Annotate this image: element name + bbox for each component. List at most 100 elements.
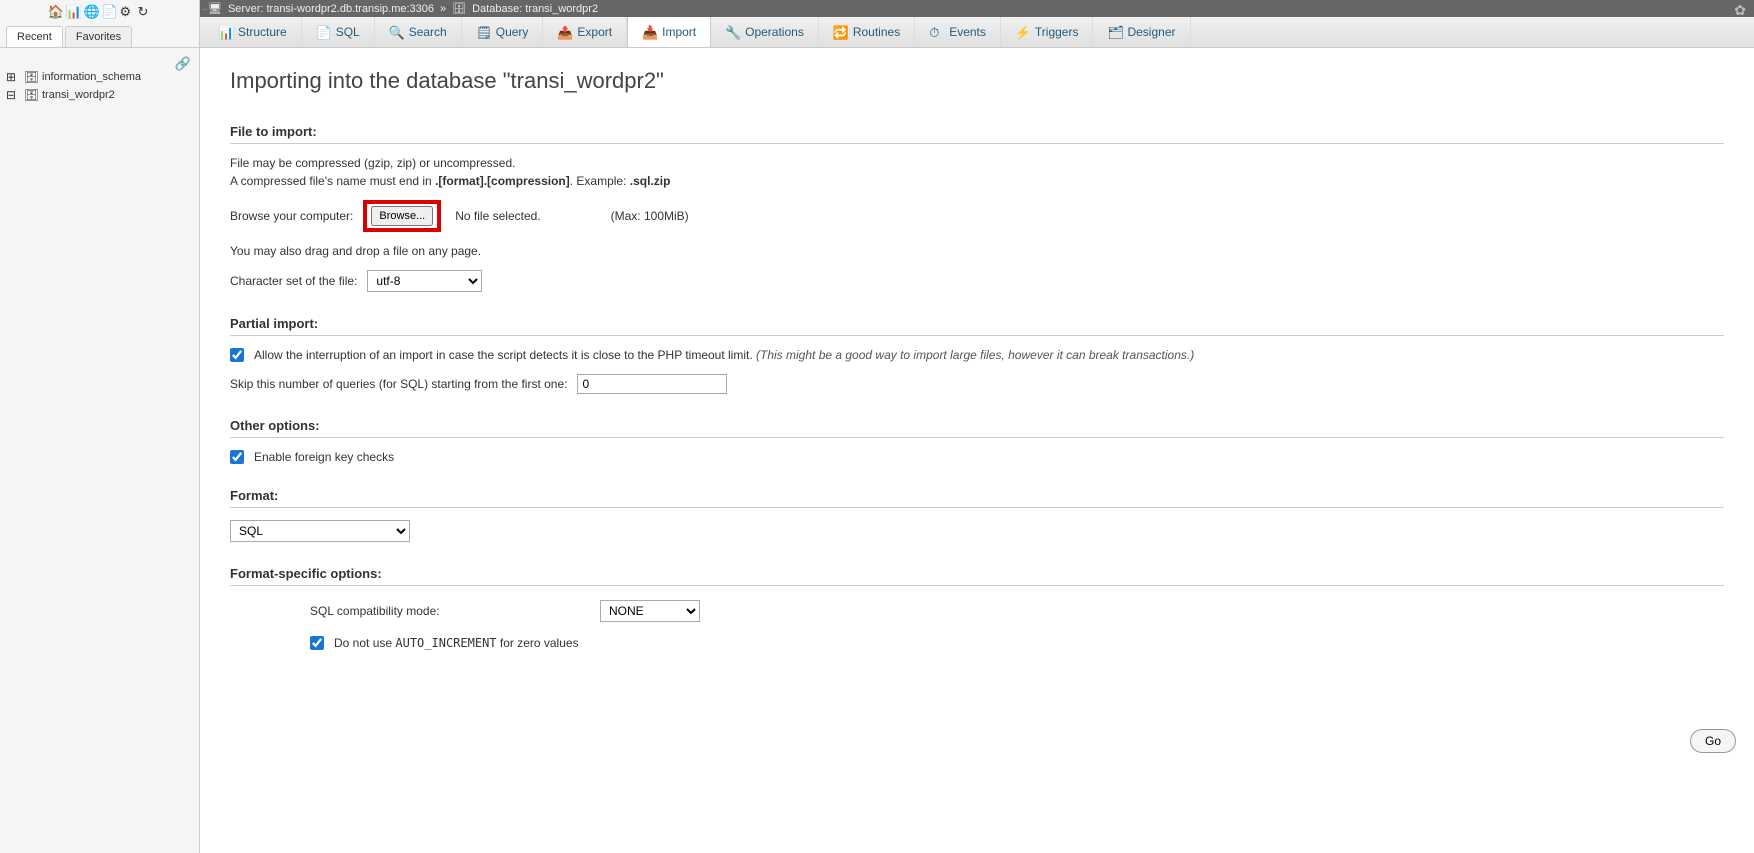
go-button[interactable]: Go bbox=[1690, 729, 1736, 753]
settings-icon[interactable]: ✿ bbox=[1734, 2, 1746, 19]
fk-row: Enable foreign key checks bbox=[230, 450, 1724, 464]
query-icon: 🗒 bbox=[476, 25, 490, 39]
tab-import[interactable]: 📥 Import bbox=[627, 16, 711, 47]
tab-query[interactable]: 🗒 Query bbox=[462, 17, 544, 47]
reload-icon[interactable]: ↻ bbox=[138, 4, 152, 18]
operations-icon: 🔧 bbox=[725, 25, 739, 39]
sidebar-tab-recent[interactable]: Recent bbox=[6, 26, 63, 47]
no-file-label: No file selected. bbox=[455, 209, 540, 223]
export-icon: 📤 bbox=[557, 25, 571, 39]
section-format-specific: Format-specific options: bbox=[230, 566, 1724, 586]
main: 🖥 Server: transi-wordpr2.db.transip.me:3… bbox=[200, 0, 1754, 853]
tab-routines[interactable]: 🔁 Routines bbox=[819, 17, 915, 47]
gear-icon[interactable]: ⚙ bbox=[120, 4, 134, 18]
expand-icon[interactable]: ⊞ bbox=[6, 70, 20, 84]
tab-label: Events bbox=[949, 25, 986, 39]
tab-label: Designer bbox=[1127, 25, 1175, 39]
browse-highlight: Browse... bbox=[363, 200, 441, 232]
dragdrop-hint: You may also drag and drop a file on any… bbox=[230, 244, 1724, 258]
sidebar: 🏠 📊 🌐 📄 ⚙ ↻ Recent Favorites 🔗 ⊞ 🗄 infor… bbox=[0, 0, 200, 853]
page-title: Importing into the database "transi_word… bbox=[230, 68, 1724, 94]
file-hint-1: File may be compressed (gzip, zip) or un… bbox=[230, 156, 1724, 170]
sql-icon: 📄 bbox=[316, 25, 330, 39]
content-area: Importing into the database "transi_word… bbox=[200, 48, 1754, 853]
world-icon[interactable]: 🌐 bbox=[84, 4, 98, 18]
db-label: transi_wordpr2 bbox=[42, 89, 115, 101]
doc-icon[interactable]: 📄 bbox=[102, 4, 116, 18]
db-link[interactable]: Database: transi_wordpr2 bbox=[472, 3, 598, 15]
file-hint-2: A compressed file's name must end in .[f… bbox=[230, 174, 1724, 188]
tab-structure[interactable]: 📊 Structure bbox=[204, 17, 302, 47]
tab-label: Query bbox=[496, 25, 529, 39]
sidebar-filter: 🔗 bbox=[0, 48, 199, 64]
interrupt-row: Allow the interruption of an import in c… bbox=[230, 348, 1724, 362]
sql-compat-select[interactable]: NONE bbox=[600, 600, 700, 622]
charset-label: Character set of the file: bbox=[230, 274, 357, 288]
sidebar-tab-favorites[interactable]: Favorites bbox=[65, 26, 132, 47]
sql-compat-row: SQL compatibility mode: NONE bbox=[230, 600, 1724, 622]
section-other-options: Other options: bbox=[230, 418, 1724, 438]
skip-row: Skip this number of queries (for SQL) st… bbox=[230, 374, 1724, 394]
section-partial-import: Partial import: bbox=[230, 316, 1724, 336]
section-file-to-import: File to import: bbox=[230, 124, 1724, 144]
skip-input[interactable] bbox=[577, 374, 727, 394]
routines-icon: 🔁 bbox=[833, 25, 847, 39]
browse-button[interactable]: Browse... bbox=[371, 206, 433, 226]
stats-icon[interactable]: 📊 bbox=[66, 4, 80, 18]
designer-icon: 🗂 bbox=[1107, 25, 1121, 39]
server-link[interactable]: Server: transi-wordpr2.db.transip.me:330… bbox=[228, 3, 434, 15]
main-tabs: 📊 Structure 📄 SQL 🔍 Search 🗒 Query 📤 Export 📥… bbox=[200, 17, 1754, 48]
no-auto-row: Do not use AUTO_INCREMENT for zero value… bbox=[230, 636, 1724, 650]
db-tree: ⊞ 🗄 information_schema ⊟ 🗄 transi_wordpr… bbox=[0, 64, 199, 108]
section-format: Format: bbox=[230, 488, 1724, 508]
tab-search[interactable]: 🔍 Search bbox=[375, 17, 462, 47]
tab-designer[interactable]: 🗂 Designer bbox=[1093, 17, 1190, 47]
tab-sql[interactable]: 📄 SQL bbox=[302, 17, 375, 47]
structure-icon: 📊 bbox=[218, 25, 232, 39]
interrupt-label: Allow the interruption of an import in c… bbox=[254, 348, 1194, 362]
fk-checkbox[interactable] bbox=[230, 450, 244, 464]
interrupt-checkbox[interactable] bbox=[230, 348, 244, 362]
sidebar-icon-row: 🏠 📊 🌐 📄 ⚙ ↻ bbox=[0, 0, 199, 22]
events-icon: ⏱ bbox=[929, 25, 943, 39]
triggers-icon: ⚡ bbox=[1015, 25, 1029, 39]
link-icon[interactable]: 🔗 bbox=[175, 56, 191, 72]
sidebar-tabs: Recent Favorites bbox=[0, 22, 199, 48]
tab-label: Triggers bbox=[1035, 25, 1079, 39]
format-select[interactable]: SQL bbox=[230, 520, 410, 542]
tab-label: Routines bbox=[853, 25, 900, 39]
tab-operations[interactable]: 🔧 Operations bbox=[711, 17, 819, 47]
tab-label: SQL bbox=[336, 25, 360, 39]
database-icon: 🗄 bbox=[24, 70, 38, 84]
no-auto-label: Do not use AUTO_INCREMENT for zero value… bbox=[334, 636, 579, 650]
breadcrumb: 🖥 Server: transi-wordpr2.db.transip.me:3… bbox=[200, 0, 1754, 17]
tab-export[interactable]: 📤 Export bbox=[543, 17, 627, 47]
database-icon: 🗄 bbox=[24, 88, 38, 102]
breadcrumb-sep: » bbox=[440, 3, 446, 15]
tab-label: Export bbox=[577, 25, 612, 39]
db-item-transi-wordpr2[interactable]: ⊟ 🗄 transi_wordpr2 bbox=[6, 86, 193, 104]
browse-label: Browse your computer: bbox=[230, 209, 353, 223]
tab-triggers[interactable]: ⚡ Triggers bbox=[1001, 17, 1094, 47]
home-icon[interactable]: 🏠 bbox=[48, 4, 62, 18]
format-row: SQL bbox=[230, 520, 1724, 542]
db-item-information-schema[interactable]: ⊞ 🗄 information_schema bbox=[6, 68, 175, 86]
tab-label: Import bbox=[662, 25, 696, 39]
fk-label: Enable foreign key checks bbox=[254, 450, 394, 464]
skip-label: Skip this number of queries (for SQL) st… bbox=[230, 377, 567, 391]
search-icon: 🔍 bbox=[389, 25, 403, 39]
expand-icon[interactable]: ⊟ bbox=[6, 88, 20, 102]
import-icon: 📥 bbox=[642, 25, 656, 39]
browse-row: Browse your computer: Browse... No file … bbox=[230, 200, 1724, 232]
tab-label: Operations bbox=[745, 25, 804, 39]
collapse-sidebar-icon[interactable]: ← bbox=[200, 2, 212, 16]
no-auto-checkbox[interactable] bbox=[310, 636, 324, 650]
tab-label: Structure bbox=[238, 25, 287, 39]
charset-select[interactable]: utf-8 bbox=[367, 270, 482, 292]
db-label: information_schema bbox=[42, 71, 141, 83]
sql-compat-label: SQL compatibility mode: bbox=[310, 604, 590, 618]
tab-label: Search bbox=[409, 25, 447, 39]
tab-events[interactable]: ⏱ Events bbox=[915, 17, 1001, 47]
max-size-label: (Max: 100MiB) bbox=[611, 209, 689, 223]
charset-row: Character set of the file: utf-8 bbox=[230, 270, 1724, 292]
